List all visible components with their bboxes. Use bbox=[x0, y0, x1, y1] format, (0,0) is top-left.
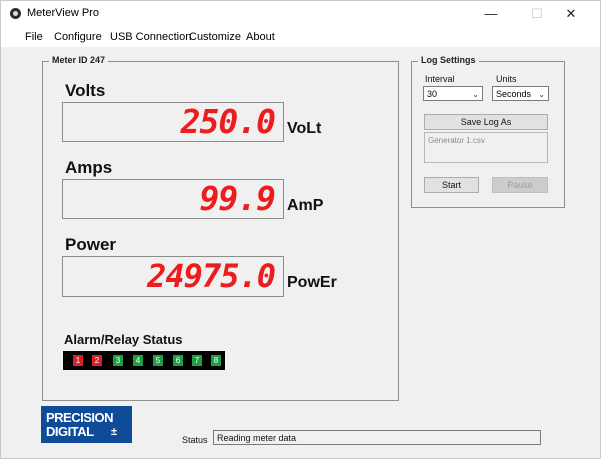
menu-configure[interactable]: Configure bbox=[54, 31, 102, 43]
amps-value: 99.9 bbox=[199, 179, 276, 218]
amps-display: 99.9 bbox=[62, 179, 284, 219]
pause-button[interactable]: Pause bbox=[492, 177, 548, 193]
relay-3-indicator: 3 bbox=[113, 355, 123, 366]
status-field: Reading meter data bbox=[213, 430, 541, 445]
logo-line-1: PRECISION bbox=[46, 410, 114, 425]
volts-unit: VoLt bbox=[287, 120, 322, 137]
menu-customize[interactable]: Customize bbox=[189, 31, 241, 43]
log-settings-title: Log Settings bbox=[418, 55, 479, 65]
plus-minus-icon: ± bbox=[111, 426, 118, 438]
close-button[interactable]: ✕ bbox=[553, 1, 589, 27]
menu-file[interactable]: File bbox=[25, 31, 43, 43]
menu-about[interactable]: About bbox=[246, 31, 275, 43]
logo-line-2: DIGITAL bbox=[46, 424, 94, 439]
relay-6-indicator: 6 bbox=[173, 355, 183, 366]
units-label: Units bbox=[496, 74, 517, 84]
window-title: MeterView Pro bbox=[27, 7, 99, 19]
power-value: 24975.0 bbox=[147, 257, 276, 295]
volts-display: 250.0 bbox=[62, 102, 284, 142]
alarm-relay-title: Alarm/Relay Status bbox=[64, 332, 183, 347]
save-log-as-button[interactable]: Save Log As bbox=[424, 114, 548, 130]
amps-unit: AmP bbox=[287, 197, 324, 214]
interval-label: Interval bbox=[425, 74, 455, 84]
volts-label: Volts bbox=[65, 81, 106, 100]
chevron-down-icon: ⌄ bbox=[472, 90, 479, 99]
minimize-button[interactable]: — bbox=[473, 1, 509, 27]
power-label: Power bbox=[65, 235, 117, 254]
interval-value: 30 bbox=[427, 89, 438, 99]
relay-status-strip: 1 2 3 4 5 6 7 8 bbox=[63, 351, 225, 370]
volts-value: 250.0 bbox=[180, 102, 276, 141]
menu-usb-connection[interactable]: USB Connection bbox=[110, 31, 191, 43]
status-label: Status bbox=[182, 435, 208, 445]
units-select[interactable]: Seconds ⌄ bbox=[492, 86, 549, 101]
relay-1-indicator: 1 bbox=[73, 355, 83, 366]
app-logo-icon bbox=[10, 8, 21, 19]
relay-2-indicator: 2 bbox=[92, 355, 102, 366]
relay-5-indicator: 5 bbox=[153, 355, 163, 366]
log-file-name-field[interactable]: Generator 1.csv bbox=[424, 132, 548, 163]
chevron-down-icon: ⌄ bbox=[538, 90, 545, 99]
units-value: Seconds bbox=[496, 89, 532, 99]
title-bar[interactable]: MeterView Pro — ☐ ✕ bbox=[1, 1, 600, 27]
precision-digital-logo: PRECISION DIGITAL ± bbox=[41, 406, 132, 443]
menu-bar: File Configure USB Connection Customize … bbox=[1, 27, 600, 47]
relay-7-indicator: 7 bbox=[192, 355, 202, 366]
power-display: 24975.0 bbox=[62, 256, 284, 297]
amps-label: Amps bbox=[65, 158, 113, 177]
app-window: MeterView Pro — ☐ ✕ File Configure USB C… bbox=[0, 0, 601, 459]
power-unit: PowEr bbox=[287, 274, 337, 291]
maximize-button[interactable]: ☐ bbox=[519, 1, 555, 27]
relay-4-indicator: 4 bbox=[133, 355, 143, 366]
meter-group-title: Meter ID 247 bbox=[49, 55, 109, 65]
interval-select[interactable]: 30 ⌄ bbox=[423, 86, 483, 101]
relay-8-indicator: 8 bbox=[211, 355, 221, 366]
start-button[interactable]: Start bbox=[424, 177, 479, 193]
